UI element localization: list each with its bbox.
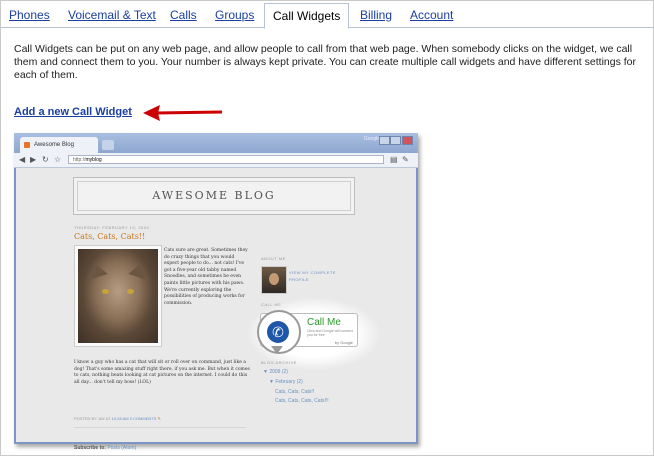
tab-phones[interactable]: Phones (9, 8, 50, 22)
subscribe-line: Subscribe to: Posts (Atom) (74, 445, 136, 451)
powered-by-google: by Google (334, 340, 353, 345)
page-menu-icon: ▤ (390, 155, 398, 164)
back-icon: ◀ (19, 155, 26, 164)
browser-tab: Awesome Blog (20, 137, 98, 153)
tab-account[interactable]: Account (410, 8, 453, 22)
browser-viewport: AWESOME BLOG THURSDAY, FEBRUARY 19, 2009… (16, 168, 416, 451)
comments-link: 0 COMMENTS (129, 416, 157, 421)
url-host: myblog (85, 157, 102, 163)
call-widgets-description: Call Widgets can be put on any web page,… (14, 43, 637, 81)
star-icon: ☆ (54, 155, 62, 164)
reload-icon: ↻ (42, 155, 49, 164)
post-separator (74, 427, 246, 428)
archive-year: ▼ 2009 (2) (263, 369, 288, 375)
archive-month: ▼ February (2) (269, 379, 303, 385)
new-tab-icon (102, 140, 114, 150)
avatar-face (269, 273, 279, 285)
example-blog-screenshot: Awesome Blog Google ◀ ▶ ↻ ☆ http://myblo… (14, 133, 418, 451)
phone-icon: ✆ (267, 321, 289, 343)
post-meta: POSTED BY JAY AT 10:28 AM 0 COMMENTS ✎ (74, 416, 161, 421)
tab-bar: Phones Voicemail & Text Calls Groups Cal… (0, 0, 654, 29)
post-title: Cats, Cats, Cats!! (74, 232, 146, 241)
forward-icon: ▶ (30, 155, 37, 164)
tab-voicemail-text[interactable]: Voicemail & Text (68, 8, 156, 22)
view-profile-link: VIEW MY COMPLETE PROFILE (289, 269, 336, 283)
about-me-heading: ABOUT ME (261, 256, 286, 261)
blog-title: AWESOME BLOG (77, 181, 351, 211)
tab-call-widgets[interactable]: Call Widgets (264, 3, 350, 29)
wrench-icon: ✎ (402, 155, 409, 164)
cat-ear-left (86, 260, 108, 280)
posted-time: 10:28 AM (111, 416, 129, 421)
blogger-favicon-icon (24, 142, 30, 148)
post-date: THURSDAY, FEBRUARY 19, 2009 (74, 225, 150, 230)
maximize-icon (390, 136, 401, 145)
tab-groups[interactable]: Groups (215, 8, 254, 22)
blog-banner: AWESOME BLOG (73, 177, 355, 215)
browser-toolbar: ◀ ▶ ↻ ☆ http://myblog ▤ ✎ (14, 153, 418, 168)
view-profile-line-2: PROFILE (289, 277, 309, 282)
call-me-widget: ✆ Call Me Click and Google will connect … (257, 310, 358, 354)
post-body-2: I know a guy who has a cat that will sit… (74, 360, 250, 385)
subscribe-link: Posts (Atom) (107, 445, 137, 451)
cat-eye-right (127, 289, 134, 294)
speech-bubble-tail (271, 346, 283, 354)
posted-by: POSTED BY JAY AT (74, 416, 111, 421)
cat-photo (74, 245, 162, 347)
cat-eye-left (102, 289, 109, 294)
minimize-icon (379, 136, 390, 145)
avatar (261, 266, 287, 294)
post-body: Cats sure are great. Sometimes they do c… (164, 248, 248, 306)
cat-image (78, 249, 158, 343)
edit-pencil-icon: ✎ (157, 416, 161, 421)
archive-post-1: Cats, Cats, Cats!! (275, 389, 315, 395)
call-me-label: Call Me (307, 317, 341, 328)
browser-tab-title: Awesome Blog (34, 142, 74, 148)
address-bar: http://myblog (68, 155, 384, 164)
close-icon (402, 136, 413, 145)
subscribe-label: Subscribe to: (74, 445, 106, 451)
call-me-subtext: Click and Google will connect you for fr… (307, 329, 353, 337)
tab-calls[interactable]: Calls (170, 8, 197, 22)
red-arrow-icon (143, 105, 223, 121)
url-prefix: http:// (73, 157, 86, 163)
blog-archive-heading: BLOG ARCHIVE (261, 360, 297, 365)
browser-titlebar: Awesome Blog Google (14, 133, 418, 153)
view-profile-line-1: VIEW MY COMPLETE (289, 270, 336, 275)
google-label: Google (363, 136, 380, 142)
add-call-widget-link[interactable]: Add a new Call Widget (14, 106, 132, 118)
archive-post-2: Cats, Cats, Cats, Cats!!! (275, 398, 329, 404)
tab-billing[interactable]: Billing (360, 8, 392, 22)
cat-ear-right (128, 260, 150, 280)
